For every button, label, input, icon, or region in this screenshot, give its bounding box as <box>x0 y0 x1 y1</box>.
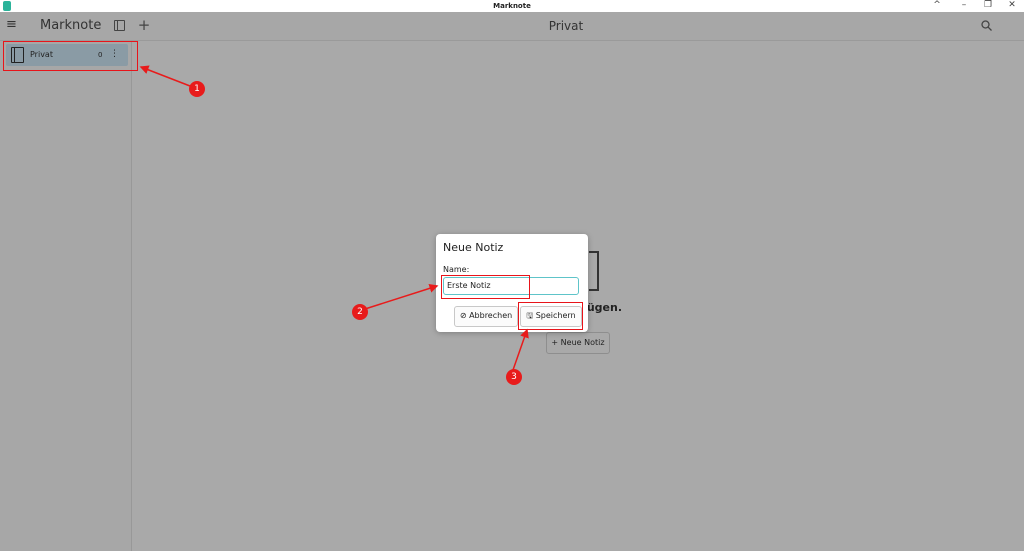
annotation-arrow <box>139 65 191 87</box>
annotation-badge-2: 2 <box>352 304 368 320</box>
annotation-arrow <box>512 328 529 371</box>
annotation-badge-3: 3 <box>506 369 522 385</box>
annotation-arrows <box>139 65 529 371</box>
annotation-arrow <box>364 283 439 310</box>
annotation-badge-1: 1 <box>189 81 205 97</box>
